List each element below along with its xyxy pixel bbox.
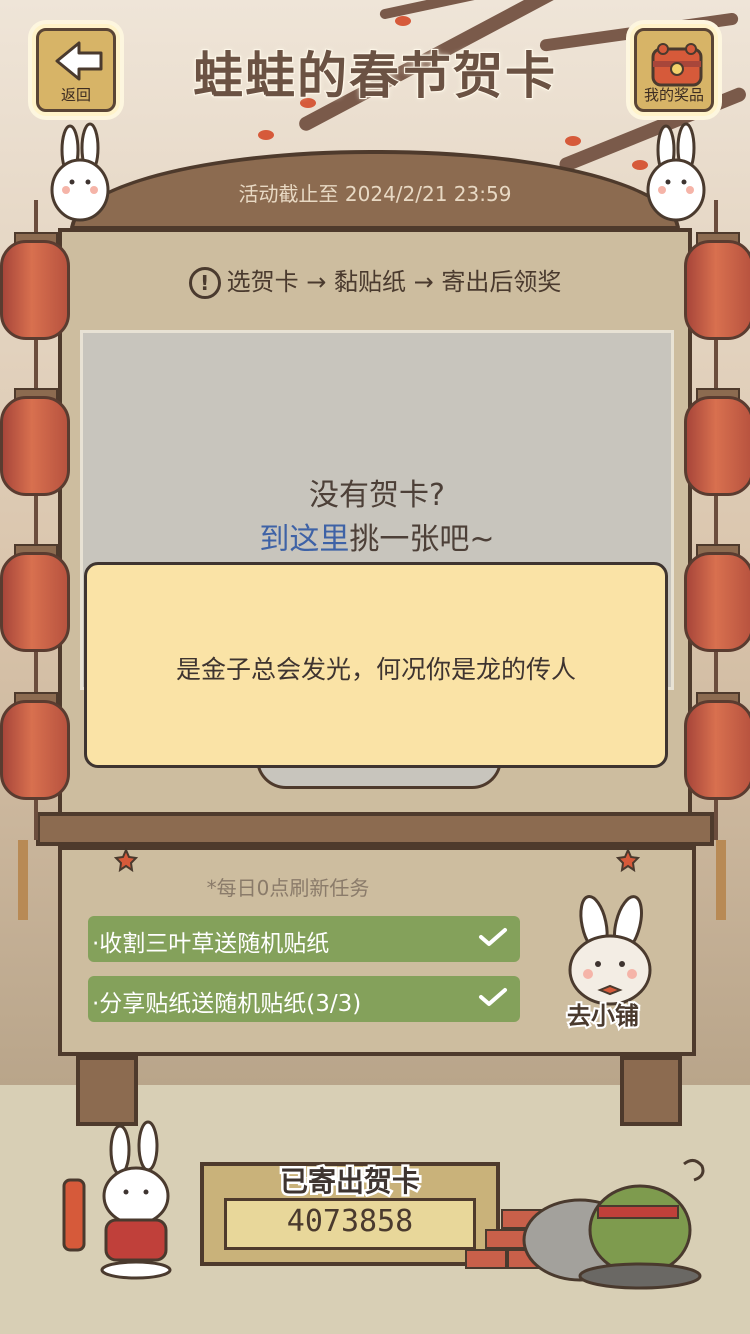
task-refresh-note: *每日0点刷新任务	[206, 876, 370, 900]
bunny-right-roof	[646, 122, 706, 222]
my-prizes-button[interactable]: 我的奖品	[630, 24, 718, 116]
exclamation-icon: !	[188, 267, 221, 299]
sent-cards-count: 4073858	[286, 1204, 414, 1239]
shop-label[interactable]: 去小铺	[548, 996, 658, 1032]
frog-character	[522, 1159, 705, 1290]
checkmark-icon	[479, 988, 507, 1006]
task-label: ·收割三叶草送随机贴纸	[92, 931, 330, 957]
task-item[interactable]: ·收割三叶草送随机贴纸	[88, 916, 520, 962]
back-button[interactable]: 返回	[32, 24, 120, 116]
board-post-right	[620, 1056, 682, 1126]
back-label: 返回	[60, 86, 91, 104]
pick-card-suffix: 挑一张吧~	[349, 522, 495, 557]
task-label: ·分享贴纸送随机贴纸(3/3)	[92, 991, 362, 1017]
sent-cards-label: 已寄出贺卡	[277, 1163, 422, 1201]
flower-pin-icon	[615, 847, 641, 873]
instruction-steps: ! 选贺卡 → 黏贴纸 → 寄出后领奖	[58, 262, 692, 299]
checkmark-icon	[479, 928, 507, 946]
event-deadline: 活动截止至 2024/2/21 23:59	[238, 182, 512, 206]
steps-text: 选贺卡 → 黏贴纸 → 寄出后领奖	[226, 268, 562, 296]
pick-card-line: 到这里挑一张吧~	[80, 514, 674, 558]
toast-message: 是金子总会发光，何况你是龙的传人	[175, 655, 576, 684]
my-prizes-label: 我的奖品	[643, 86, 704, 104]
no-card-text: 没有贺卡?	[309, 478, 445, 513]
bunny-left-roof	[50, 122, 110, 222]
board-post-left	[76, 1056, 138, 1126]
task-item[interactable]: ·分享贴纸送随机贴纸(3/3)	[88, 976, 520, 1022]
board-shelf	[36, 812, 714, 846]
bunny-firecracker	[62, 1120, 172, 1280]
page-title: 蛙蛙的春节贺卡	[192, 46, 557, 106]
go-here-link[interactable]: 到这里	[259, 522, 349, 557]
